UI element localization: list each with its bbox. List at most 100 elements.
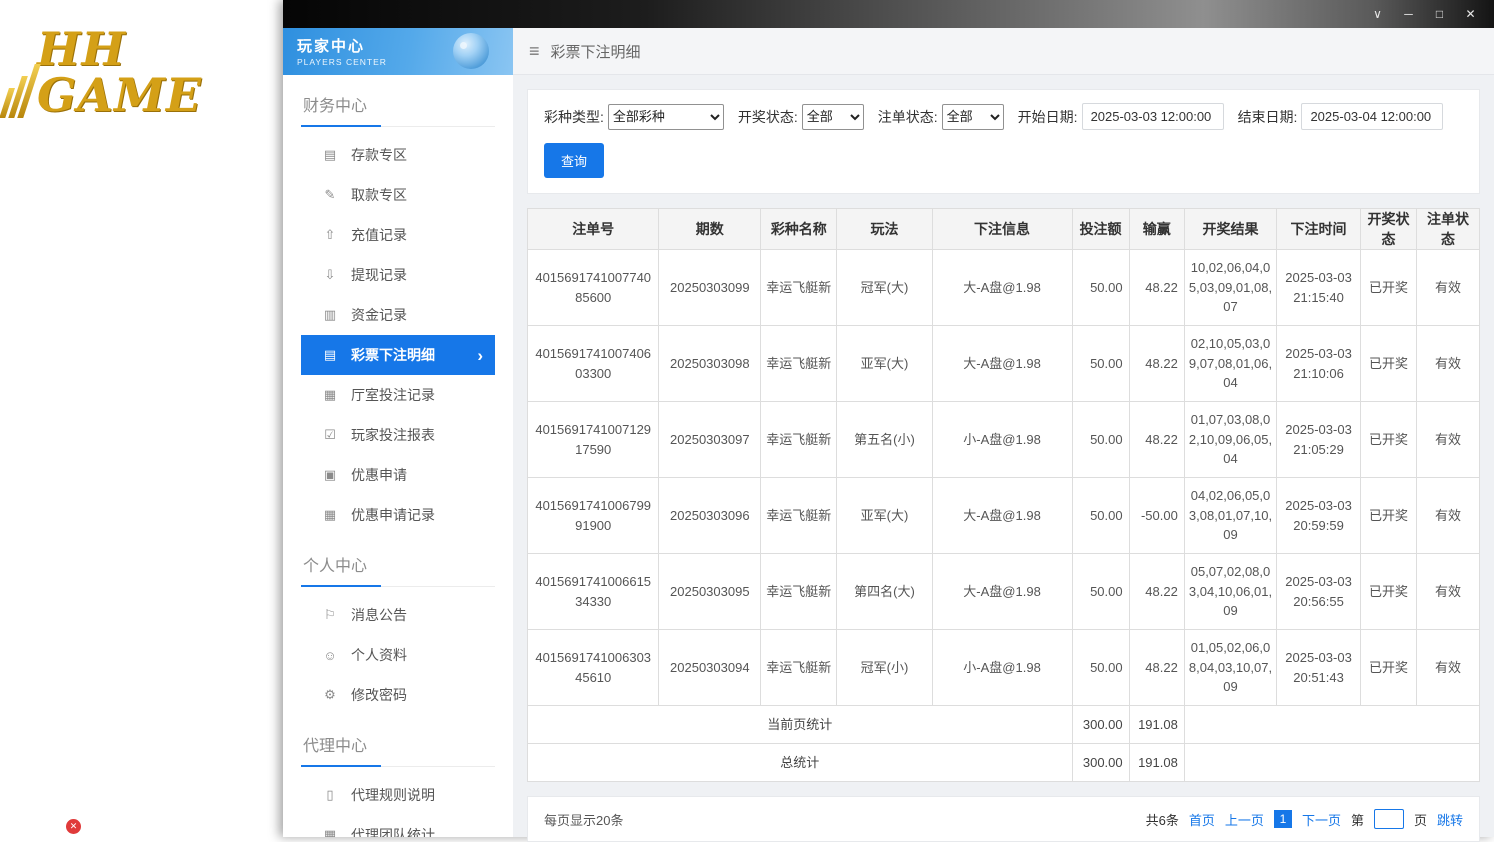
cell-order-status: 有效	[1416, 477, 1480, 554]
sidebar-item-deposit-zone[interactable]: ▤ 存款专区	[301, 135, 495, 175]
jump-button[interactable]: 跳转	[1437, 810, 1463, 829]
cell-result: 01,07,03,08,02,10,09,06,05,04	[1183, 401, 1278, 478]
app-logo: HH GAME	[0, 22, 283, 122]
sidebar-item-profile[interactable]: ☺ 个人资料	[301, 635, 495, 675]
cell-bet-time: 2025-03-03 21:15:40	[1276, 249, 1361, 326]
sidebar-item-label: 代理团队统计	[351, 827, 435, 837]
sidebar-item-label: 修改密码	[351, 687, 407, 703]
col-header-amount: 投注额	[1071, 208, 1130, 250]
next-page-link[interactable]: 下一页	[1302, 810, 1341, 829]
cell-play: 第四名(大)	[836, 553, 933, 630]
jump-label-before: 第	[1350, 812, 1364, 828]
recharge-record-icon: ⇧	[324, 227, 336, 242]
total-count: 共6条	[1145, 812, 1179, 828]
cell-lottery: 幸运飞艇新	[760, 249, 838, 326]
cell-bet-time: 2025-03-03 20:51:43	[1276, 629, 1361, 706]
page-summary-row: 当前页统计 300.00 191.08	[527, 705, 1481, 744]
cell-result: 02,10,05,03,09,07,08,01,06,04	[1183, 325, 1278, 402]
hall-record-icon: ▦	[323, 387, 337, 402]
chevron-right-icon: ›	[477, 345, 483, 365]
logo-text: HH GAME	[37, 22, 202, 122]
cell-order-status: 有效	[1416, 629, 1480, 706]
table-row: 401569174100712917590 20250303097 幸运飞艇新 …	[526, 401, 1480, 478]
col-header-draw-status: 开奖状态	[1359, 208, 1418, 250]
lottery-detail-icon: ▤	[323, 347, 337, 362]
cell-order-no: 401569174100661534330	[526, 553, 660, 630]
window-titlebar: ∨ ─ □ ✕	[283, 0, 1494, 28]
cell-lottery: 幸运飞艇新	[760, 629, 838, 706]
sidebar-item-lottery-bet-details[interactable]: ▤ 彩票下注明细 ›	[301, 335, 495, 375]
jump-label-after: 页	[1413, 812, 1427, 828]
window-menu-icon[interactable]: ∨	[1362, 0, 1393, 28]
sidebar-item-agent-rules[interactable]: ▯ 代理规则说明	[301, 775, 495, 815]
sidebar-item-label: 优惠申请	[351, 467, 407, 483]
cell-period: 20250303096	[658, 477, 762, 554]
sidebar-item-label: 资金记录	[351, 307, 407, 323]
sidebar-item-label: 彩票下注明细	[351, 347, 435, 363]
first-page-link[interactable]: 首页	[1189, 810, 1215, 829]
cell-draw-status: 已开奖	[1359, 629, 1418, 706]
sidebar-item-label: 消息公告	[351, 607, 407, 623]
cell-winloss: 48.22	[1128, 249, 1185, 326]
sidebar-item-messages[interactable]: ⚐ 消息公告	[301, 595, 495, 635]
menu-toggle-icon[interactable]: ≡	[529, 41, 540, 62]
col-header-bet-time: 下注时间	[1276, 208, 1361, 250]
sidebar-item-label: 厅室投注记录	[351, 387, 435, 403]
search-button[interactable]: 查询	[544, 143, 605, 178]
window-close-icon[interactable]: ✕	[1455, 0, 1486, 28]
sidebar-item-label: 取款专区	[351, 187, 407, 203]
page-jump-input[interactable]	[1373, 809, 1404, 829]
document-icon: ▯	[326, 787, 334, 802]
sidebar-item-hall-bet-records[interactable]: ▦ 厅室投注记录	[301, 375, 495, 415]
cell-lottery: 幸运飞艇新	[760, 325, 838, 402]
order-status-select[interactable]: 全部	[941, 103, 1004, 130]
pagination-bar: 每页显示20条 共6条 首页 上一页 1 下一页 第 页 跳转	[527, 796, 1480, 842]
sidebar-item-withdraw-records[interactable]: ⇩ 提现记录	[301, 255, 495, 295]
col-header-result: 开奖结果	[1183, 208, 1278, 250]
sidebar-menu: 财务中心 ▤ 存款专区 ✎ 取款专区 ⇧ 充值记录 ⇩ 提现记录 ▥ 资金记录 …	[283, 75, 513, 837]
cell-bet-info: 小-A盘@1.98	[931, 629, 1073, 706]
section-title-agent: 代理中心	[301, 723, 495, 767]
cell-amount: 50.00	[1071, 629, 1130, 706]
order-status-label: 注单状态:	[877, 108, 938, 125]
prev-page-link[interactable]: 上一页	[1225, 810, 1264, 829]
table-row: 401569174100661534330 20250303095 幸运飞艇新 …	[526, 553, 1480, 630]
window-minimize-icon[interactable]: ─	[1393, 0, 1424, 28]
withdrawal-record-icon: ⇩	[324, 267, 336, 282]
start-date-input[interactable]	[1081, 103, 1224, 130]
app-window: ∨ ─ □ ✕ 玩家中心 PLAYERS CENTER 财务中心 ▤ 存款专区	[283, 0, 1494, 842]
cell-bet-time: 2025-03-03 20:59:59	[1276, 477, 1361, 554]
cell-bet-info: 大-A盘@1.98	[931, 249, 1073, 326]
sidebar-item-change-password[interactable]: ⚙ 修改密码	[301, 675, 495, 715]
bets-table: 注单号 期数 彩种名称 玩法 下注信息 投注额 输赢 开奖结果 下注时间 开奖状…	[526, 208, 1481, 782]
sidebar-item-withdraw-zone[interactable]: ✎ 取款专区	[301, 175, 495, 215]
draw-status-select[interactable]: 全部	[801, 103, 864, 130]
summary-winloss: 191.08	[1128, 743, 1185, 782]
start-date-label: 开始日期:	[1017, 108, 1078, 125]
sidebar-item-promo-apply[interactable]: ▣ 优惠申请	[301, 455, 495, 495]
sidebar: 玩家中心 PLAYERS CENTER 财务中心 ▤ 存款专区 ✎ 取款专区 ⇧…	[283, 28, 513, 837]
lottery-type-select[interactable]: 全部彩种	[607, 103, 724, 130]
sidebar-item-player-bet-report[interactable]: ☑ 玩家投注报表	[301, 415, 495, 455]
current-page-badge[interactable]: 1	[1273, 810, 1292, 828]
cell-amount: 50.00	[1071, 553, 1130, 630]
error-close-icon[interactable]: ✕	[66, 819, 81, 834]
end-date-label: 结束日期:	[1237, 108, 1298, 125]
cell-winloss: -50.00	[1128, 477, 1185, 554]
sidebar-item-funds-records[interactable]: ▥ 资金记录	[301, 295, 495, 335]
bets-table-panel: 注单号 期数 彩种名称 玩法 下注信息 投注额 输赢 开奖结果 下注时间 开奖状…	[526, 208, 1481, 782]
sidebar-item-promo-apply-records[interactable]: ▦ 优惠申请记录	[301, 495, 495, 535]
table-row: 401569174100630345610 20250303094 幸运飞艇新 …	[526, 629, 1480, 706]
summary-label: 当前页统计	[527, 705, 1073, 744]
window-maximize-icon[interactable]: □	[1424, 0, 1455, 28]
sidebar-item-recharge-records[interactable]: ⇧ 充值记录	[301, 215, 495, 255]
cell-draw-status: 已开奖	[1359, 401, 1418, 478]
cell-order-no: 401569174100630345610	[526, 629, 660, 706]
cell-play: 冠军(小)	[836, 629, 933, 706]
cell-winloss: 48.22	[1128, 325, 1185, 402]
cell-play: 冠军(大)	[836, 249, 933, 326]
sidebar-item-agent-team-stats[interactable]: ▦ 代理团队统计	[301, 815, 495, 837]
table-row: 401569174100740603300 20250303098 幸运飞艇新 …	[526, 325, 1480, 402]
summary-label: 总统计	[527, 743, 1073, 782]
end-date-input[interactable]	[1301, 103, 1444, 130]
